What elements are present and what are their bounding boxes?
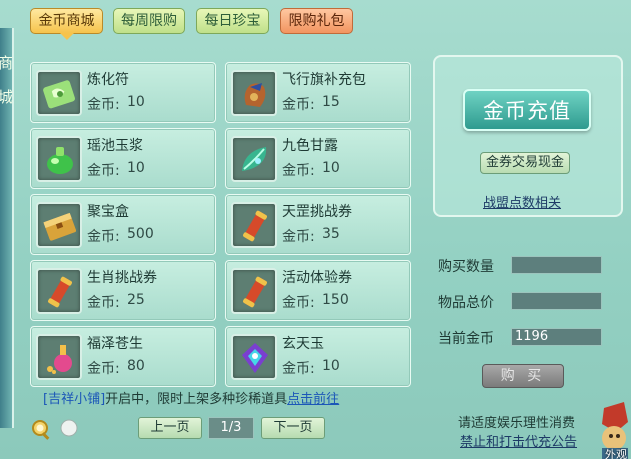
side-tab-char: 城 xyxy=(0,88,14,106)
shop-item[interactable]: 玄天玉 金币: 10 xyxy=(225,326,411,387)
item-name: 活动体验券 xyxy=(282,270,352,286)
price-label: 金币: xyxy=(282,163,315,179)
price-label: 金币: xyxy=(87,361,120,377)
shop-item[interactable]: 天罡挑战券 金币: 35 xyxy=(225,194,411,255)
total-price-field xyxy=(511,292,602,310)
item-name: 飞行旗补充包 xyxy=(282,72,366,88)
price-label: 金币: xyxy=(282,361,315,377)
magnifier-icon[interactable] xyxy=(32,420,50,440)
tab-gold-shop[interactable]: 金币商城 xyxy=(30,8,103,34)
side-tab-char: 商 xyxy=(0,54,14,72)
price-label: 金币: xyxy=(87,163,120,179)
active-tab-pointer xyxy=(60,33,74,40)
current-gold-label: 当前金币 xyxy=(438,331,494,347)
item-price: 150 xyxy=(322,292,349,308)
price-label: 金币: xyxy=(282,97,315,113)
price-label: 金币: xyxy=(282,229,315,245)
shop-item[interactable]: 活动体验券 金币: 150 xyxy=(225,260,411,321)
flag-pack-icon xyxy=(231,70,277,116)
rational-spending-notice: 请适度娱乐理性消费 xyxy=(458,416,576,431)
shop-window: 商 城 金币商城 每周限购 每日珍宝 限购礼包 炼化符 金币: 10 飞行旗补充… xyxy=(0,0,631,459)
tab-limited-pack[interactable]: 限购礼包 xyxy=(280,8,353,34)
alliance-points-link[interactable]: 战盟点数相关 xyxy=(483,192,561,211)
shop-item[interactable]: 九色甘露 金币: 10 xyxy=(225,128,411,189)
item-price: 10 xyxy=(322,160,340,176)
bottom-left-tools xyxy=(30,418,86,446)
shop-item[interactable]: 生肖挑战券 金币: 25 xyxy=(30,260,216,321)
potion-icon xyxy=(36,334,82,380)
prev-page-button[interactable]: 上一页 xyxy=(138,417,202,439)
jade-liquid-icon xyxy=(36,136,82,182)
shop-item[interactable]: 聚宝盒 金币: 500 xyxy=(30,194,216,255)
shop-notice: [吉祥小铺]开启中，限时上架多种珍稀道具点击前往 xyxy=(43,388,339,407)
item-price: 35 xyxy=(322,226,340,242)
gold-recharge-button[interactable]: 金币充值 xyxy=(463,89,591,131)
current-gold-value: 1196 xyxy=(511,328,602,346)
item-name: 玄天玉 xyxy=(282,336,324,352)
buy-button[interactable]: 购 买 xyxy=(482,364,564,388)
scroll-icon xyxy=(36,268,82,314)
toggle-circle-icon[interactable] xyxy=(60,419,78,437)
appearance-label: 外观 xyxy=(605,448,627,459)
tab-daily-treasure[interactable]: 每日珍宝 xyxy=(196,8,269,34)
quantity-label: 购买数量 xyxy=(438,259,494,275)
item-name: 九色甘露 xyxy=(282,138,338,154)
shop-item[interactable]: 飞行旗补充包 金币: 15 xyxy=(225,62,411,123)
shop-item[interactable]: 炼化符 金币: 10 xyxy=(30,62,216,123)
next-page-button[interactable]: 下一页 xyxy=(261,417,325,439)
treasure-box-icon xyxy=(36,202,82,248)
anti-proxy-recharge-link[interactable]: 禁止和打击代充公告 xyxy=(460,431,577,450)
item-name: 炼化符 xyxy=(87,72,129,88)
item-name: 生肖挑战券 xyxy=(87,270,157,286)
item-price: 15 xyxy=(322,94,340,110)
scroll-icon xyxy=(231,268,277,314)
coupon-exchange-button[interactable]: 金券交易现金 xyxy=(480,152,570,174)
item-name: 福泽苍生 xyxy=(87,336,143,352)
item-price: 10 xyxy=(127,160,145,176)
shop-item[interactable]: 瑶池玉浆 金币: 10 xyxy=(30,128,216,189)
tab-weekly-limited[interactable]: 每周限购 xyxy=(113,8,185,34)
item-price: 25 xyxy=(127,292,145,308)
total-price-label: 物品总价 xyxy=(438,295,494,311)
nectar-leaf-icon xyxy=(231,136,277,182)
price-label: 金币: xyxy=(282,295,315,311)
item-price: 10 xyxy=(127,94,145,110)
item-price: 10 xyxy=(322,358,340,374)
item-price: 80 xyxy=(127,358,145,374)
shop-item[interactable]: 福泽苍生 金币: 80 xyxy=(30,326,216,387)
notice-text: 开启中，限时上架多种珍稀道具 xyxy=(105,392,288,407)
price-label: 金币: xyxy=(87,229,120,245)
scroll-icon xyxy=(231,202,277,248)
item-name: 天罡挑战券 xyxy=(282,204,352,220)
mystic-jade-icon xyxy=(231,334,277,380)
side-tab-strip[interactable]: 商 城 xyxy=(0,28,14,428)
page-indicator: 1/3 xyxy=(208,417,254,439)
item-price: 500 xyxy=(127,226,154,242)
price-label: 金币: xyxy=(87,97,120,113)
quantity-input[interactable] xyxy=(511,256,602,274)
notice-goto-link[interactable]: 点击前往 xyxy=(287,392,339,407)
item-name: 聚宝盒 xyxy=(87,204,129,220)
item-name: 瑶池玉浆 xyxy=(87,138,143,154)
price-label: 金币: xyxy=(87,295,120,311)
talisman-icon xyxy=(36,70,82,116)
notice-shop-name: [吉祥小铺] xyxy=(43,392,106,407)
